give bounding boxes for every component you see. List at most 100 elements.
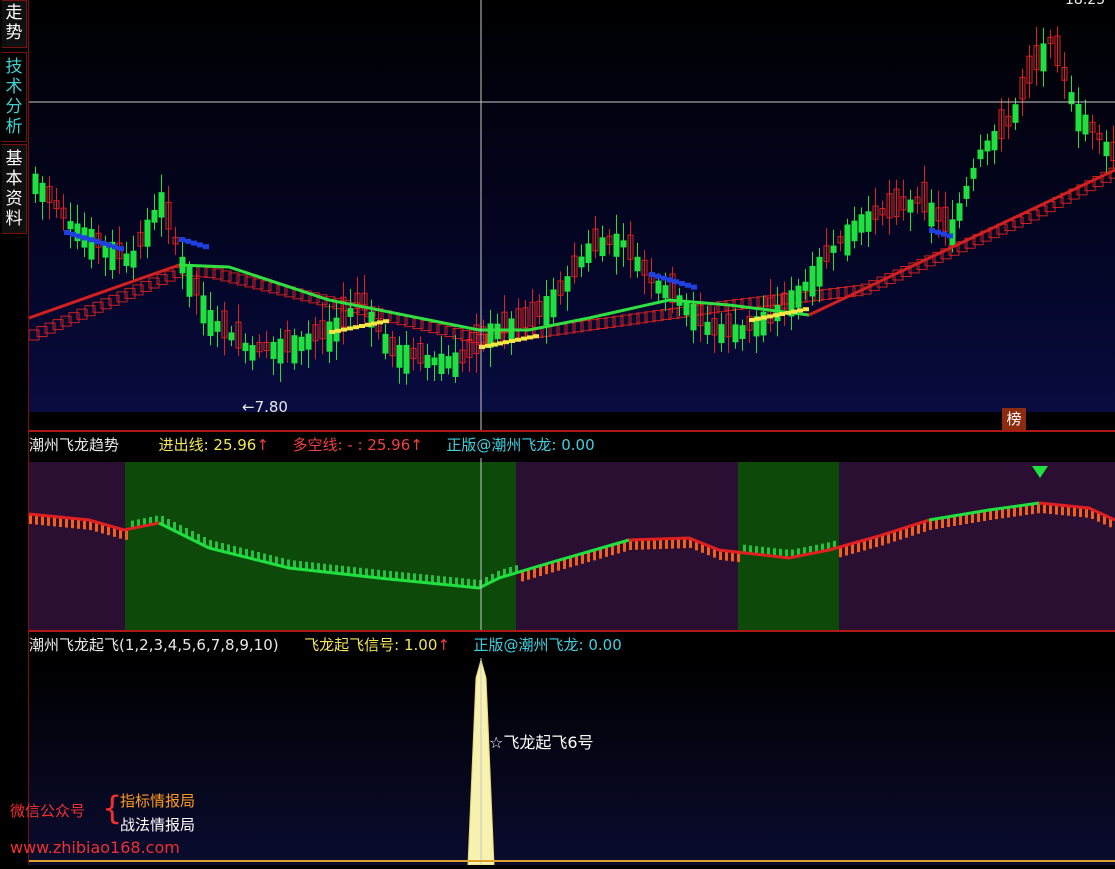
yellow-signal-mark — [515, 337, 521, 342]
candle-body — [67, 221, 74, 230]
trend-ladder-bar — [881, 535, 884, 546]
trend-ladder-bar — [1019, 505, 1022, 516]
trend-ladder-bar — [965, 514, 968, 524]
candle-body — [718, 324, 725, 344]
indicator-name[interactable]: 潮州飞龙起飞(1,2,3,4,5,6,7,8,9,10) — [29, 636, 279, 654]
candle-body — [564, 276, 571, 292]
trend-ladder-bar — [851, 543, 854, 554]
tab-trend[interactable]: 走势 — [2, 0, 27, 48]
candle-body — [32, 173, 39, 195]
blue-signal-mark — [935, 229, 941, 235]
trend-ladder-bar — [665, 538, 668, 549]
yellow-signal-mark — [341, 327, 347, 332]
trend-ladder-bar — [545, 564, 548, 575]
candle-body — [1040, 43, 1047, 72]
trend-ladder-bar — [653, 539, 656, 550]
candle-body — [795, 285, 802, 308]
trend-ladder-bar — [533, 567, 536, 578]
candle-body — [39, 182, 46, 202]
trend-ladder-bar — [995, 509, 998, 520]
trend-ladder-bar — [935, 519, 938, 529]
trend-ladder-bar — [605, 546, 608, 557]
candle-body — [816, 256, 823, 287]
candle-body — [305, 333, 312, 350]
candle-body — [599, 237, 606, 257]
candle-body — [760, 311, 767, 336]
takeoff-indicator-header: 潮州飞龙起飞(1,2,3,4,5,6,7,8,9,10) 飞龙起飞信号: 1.0… — [29, 632, 1115, 658]
candle-body — [1082, 114, 1089, 135]
tab-technical-analysis[interactable]: 技术分析 — [2, 52, 27, 142]
chart-area[interactable]: ←7.80 18.23 榜 潮州飞龙趋势 进出线: 25.96↑ 多空线: - … — [28, 0, 1115, 866]
yellow-signal-mark — [365, 322, 371, 327]
candle-body — [1075, 104, 1082, 132]
candle-body — [382, 333, 389, 354]
yellow-signal-mark — [761, 315, 767, 320]
blue-signal-mark — [82, 235, 88, 241]
trend-ladder-bar — [905, 527, 908, 538]
trend-ladder-bar — [989, 510, 992, 520]
candle-body — [277, 338, 284, 364]
blue-signal-mark — [691, 284, 697, 290]
indicator-name[interactable]: 潮州飞龙趋势 — [29, 436, 119, 454]
website-url: www.zhibiao168.com — [10, 838, 180, 857]
yellow-signal-mark — [521, 336, 527, 341]
sidebar: 走势 技术分析 基本资料 — [0, 0, 29, 865]
candle-body — [144, 219, 151, 247]
trend-zone-purple — [839, 462, 1115, 630]
blue-signal-mark — [203, 244, 209, 250]
trend-ladder-bar — [983, 511, 986, 521]
account-name-1: 指标情报局 — [120, 792, 196, 810]
candle-body — [690, 303, 697, 331]
trend-ladder-bar — [947, 517, 950, 527]
brand-value: 正版@潮州飞龙: 0.00 — [446, 436, 595, 454]
blue-signal-mark — [655, 273, 661, 279]
candle-body — [403, 344, 410, 374]
trend-ladder-bar — [923, 521, 926, 532]
candle-body — [431, 357, 438, 366]
trend-ladder-bar — [893, 531, 896, 542]
candle-body — [662, 285, 669, 299]
candlestick-chart[interactable]: ←7.80 18.23 — [28, 0, 1115, 416]
trend-ladder-bar — [911, 525, 914, 536]
yellow-signal-mark — [527, 335, 533, 340]
yellow-signal-mark — [491, 342, 497, 347]
blue-signal-mark — [106, 242, 112, 248]
yellow-signal-mark — [503, 340, 509, 345]
candlestick-panel[interactable]: ←7.80 18.23 — [28, 0, 1115, 416]
blue-signal-mark — [941, 231, 947, 237]
candle-body — [445, 356, 452, 369]
candle-body — [543, 296, 550, 326]
candle-body — [151, 209, 158, 223]
trend-ladder-bar — [569, 557, 572, 568]
blue-signal-mark — [673, 279, 679, 285]
candle-body — [956, 203, 963, 221]
blue-signal-mark — [929, 228, 935, 233]
blue-signal-mark — [112, 244, 118, 250]
trend-indicator-chart[interactable] — [28, 458, 1115, 630]
trend-zone-purple — [516, 462, 738, 630]
blue-signal-mark — [100, 240, 106, 246]
yellow-signal-mark — [497, 341, 503, 346]
candle-body — [1103, 141, 1110, 157]
blue-signal-mark — [70, 231, 76, 237]
candle-body — [865, 211, 872, 232]
yellow-signal-mark — [755, 316, 761, 321]
yellow-signal-mark — [509, 339, 515, 343]
trend-ladder-bar — [683, 538, 686, 549]
candle-body — [326, 321, 333, 352]
candle-body — [977, 149, 984, 160]
candle-body — [704, 321, 711, 335]
yellow-signal-mark — [767, 314, 773, 319]
trend-ladder-bar — [635, 539, 638, 550]
blue-signal-mark — [661, 275, 667, 281]
rank-badge[interactable]: 榜 — [1002, 408, 1026, 430]
blue-signal-mark — [185, 238, 191, 244]
trend-ladder-bar — [917, 523, 920, 534]
trend-ladder-bar — [659, 539, 662, 549]
candle-body — [291, 335, 298, 364]
candle-body — [809, 265, 816, 297]
tab-fundamentals[interactable]: 基本资料 — [2, 144, 27, 234]
trend-indicator-panel[interactable] — [28, 458, 1115, 630]
top-price-label: 18.23 — [1065, 0, 1105, 8]
candle-body — [158, 192, 165, 218]
